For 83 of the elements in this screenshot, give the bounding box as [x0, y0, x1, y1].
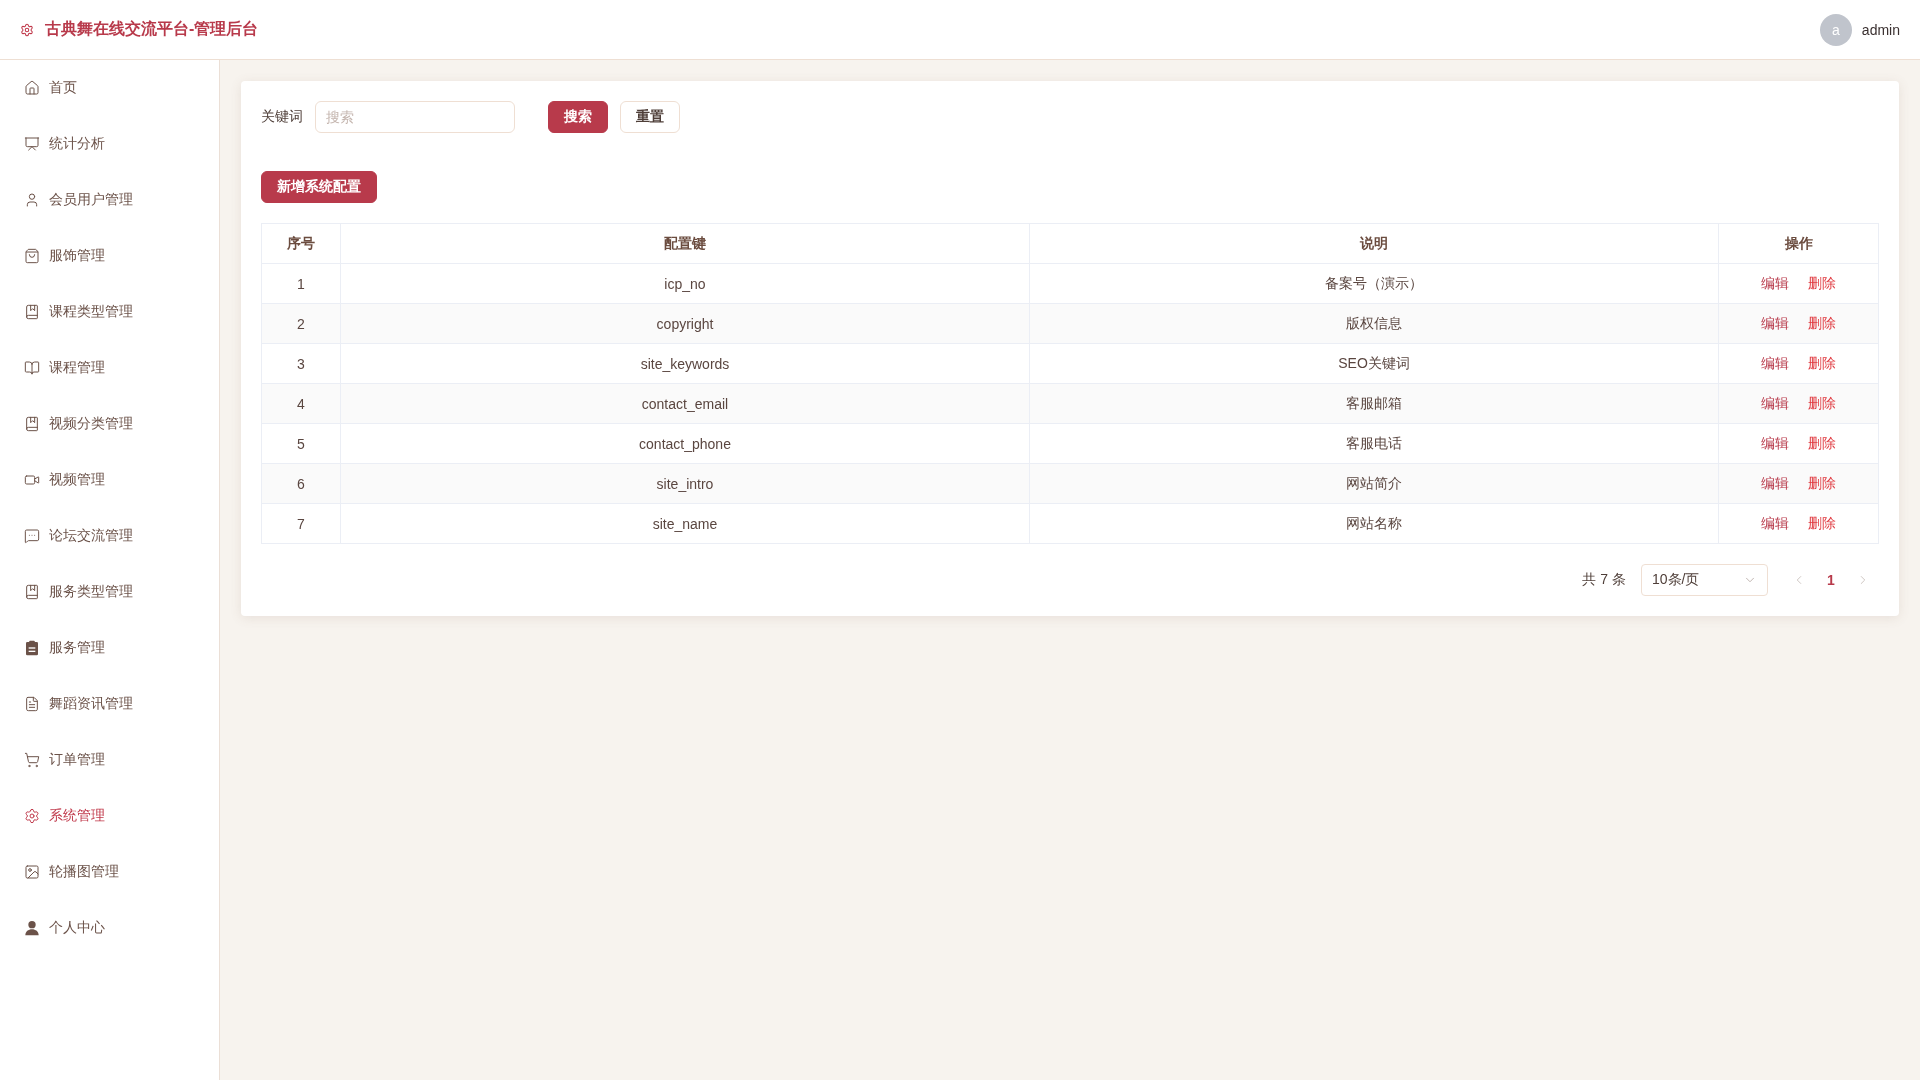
edit-link[interactable]: 编辑 — [1761, 314, 1789, 333]
table-cell: 4 — [261, 383, 341, 424]
total-count: 共 7 条 — [1582, 571, 1626, 589]
sidebar-item[interactable]: 首页 — [0, 60, 219, 116]
sidebar-item[interactable]: 服务管理 — [0, 620, 219, 676]
sidebar-item[interactable]: 会员用户管理 — [0, 172, 219, 228]
sidebar-item[interactable]: 服务类型管理 — [0, 564, 219, 620]
table-cell: site_intro — [340, 463, 1030, 504]
sidebar-item[interactable]: 订单管理 — [0, 732, 219, 788]
edit-link[interactable]: 编辑 — [1761, 394, 1789, 413]
table-cell: 7 — [261, 503, 341, 544]
table-cell: 6 — [261, 463, 341, 504]
sidebar-item[interactable]: 论坛交流管理 — [0, 508, 219, 564]
table-cell: copyright — [340, 303, 1030, 344]
sidebar-item[interactable]: 服饰管理 — [0, 228, 219, 284]
open-book-icon — [24, 360, 40, 376]
gear-icon — [24, 808, 40, 824]
field-label: 关键词 — [261, 108, 303, 126]
column-header: 序号 — [261, 223, 341, 264]
sidebar-item[interactable]: 统计分析 — [0, 116, 219, 172]
edit-link[interactable]: 编辑 — [1761, 514, 1789, 533]
table-cell: contact_email — [340, 383, 1030, 424]
document-icon — [24, 696, 40, 712]
table-cell: 5 — [261, 423, 341, 464]
picture-icon — [24, 864, 40, 880]
user-icon — [24, 192, 40, 208]
table-cell: 版权信息 — [1029, 303, 1719, 344]
delete-link[interactable]: 删除 — [1808, 514, 1836, 533]
house-icon — [24, 80, 40, 96]
video-camera-icon — [24, 472, 40, 488]
page-size-select[interactable]: 10条/页 — [1641, 564, 1768, 596]
reset-button[interactable]: 重置 — [620, 101, 680, 133]
sidebar-item[interactable]: 课程类型管理 — [0, 284, 219, 340]
table-cell: 网站名称 — [1029, 503, 1719, 544]
delete-link[interactable]: 删除 — [1808, 274, 1836, 293]
clipboard-icon — [24, 640, 40, 656]
edit-link[interactable]: 编辑 — [1761, 274, 1789, 293]
user-avatar: a — [1819, 13, 1852, 46]
search-field[interactable]: 搜索 — [315, 101, 515, 133]
user-name[interactable]: admin — [1861, 21, 1900, 38]
gear-icon — [20, 22, 34, 37]
delete-link[interactable]: 删除 — [1808, 314, 1836, 333]
add-button[interactable]: 新增系统配置 — [261, 171, 377, 203]
bookmarked-book-icon — [24, 416, 40, 432]
shopping-bag-icon — [24, 248, 40, 264]
column-header: 配置键 — [340, 223, 1030, 264]
delete-link[interactable]: 删除 — [1808, 354, 1836, 373]
delete-link[interactable]: 删除 — [1808, 474, 1836, 493]
sidebar-item[interactable]: 个人中心 — [0, 900, 219, 956]
delete-link[interactable]: 删除 — [1808, 394, 1836, 413]
edit-link[interactable]: 编辑 — [1761, 354, 1789, 373]
sidebar-item[interactable]: 视频分类管理 — [0, 396, 219, 452]
bookmarked-book-icon — [24, 584, 40, 600]
table-cell: SEO关键词 — [1029, 343, 1719, 384]
sidebar-item[interactable]: 系统管理 — [0, 788, 219, 844]
chat-bubble-icon — [24, 528, 40, 544]
page-number[interactable]: 1 — [1815, 564, 1847, 596]
bookmarked-book-icon — [24, 304, 40, 320]
sidebar-item[interactable]: 课程管理 — [0, 340, 219, 396]
sidebar-item[interactable]: 舞蹈资讯管理 — [0, 676, 219, 732]
table-cell: 客服电话 — [1029, 423, 1719, 464]
person-icon — [24, 920, 40, 936]
table-cell: 1 — [261, 263, 341, 304]
table-cell: site_keywords — [340, 343, 1030, 384]
table-cell: contact_phone — [340, 423, 1030, 464]
delete-link[interactable]: 删除 — [1808, 434, 1836, 453]
presentation-board-icon — [24, 136, 40, 152]
table-cell: icp_no — [340, 263, 1030, 304]
app-title: 古典舞在线交流平台-管理后台 — [45, 19, 259, 39]
table-cell: 网站简介 — [1029, 463, 1719, 504]
column-header: 说明 — [1029, 223, 1719, 264]
edit-link[interactable]: 编辑 — [1761, 474, 1789, 493]
sidebar-item[interactable]: 视频管理 — [0, 452, 219, 508]
table-cell: 2 — [261, 303, 341, 344]
search-button[interactable]: 搜索 — [548, 101, 608, 133]
table-cell: site_name — [340, 503, 1030, 544]
sidebar-item[interactable]: 轮播图管理 — [0, 844, 219, 900]
table-cell: 3 — [261, 343, 341, 384]
table-cell: 客服邮箱 — [1029, 383, 1719, 424]
edit-link[interactable]: 编辑 — [1761, 434, 1789, 453]
cart-icon — [24, 752, 40, 768]
column-header: 操作 — [1718, 223, 1879, 264]
table-cell: 备案号（演示） — [1029, 263, 1719, 304]
